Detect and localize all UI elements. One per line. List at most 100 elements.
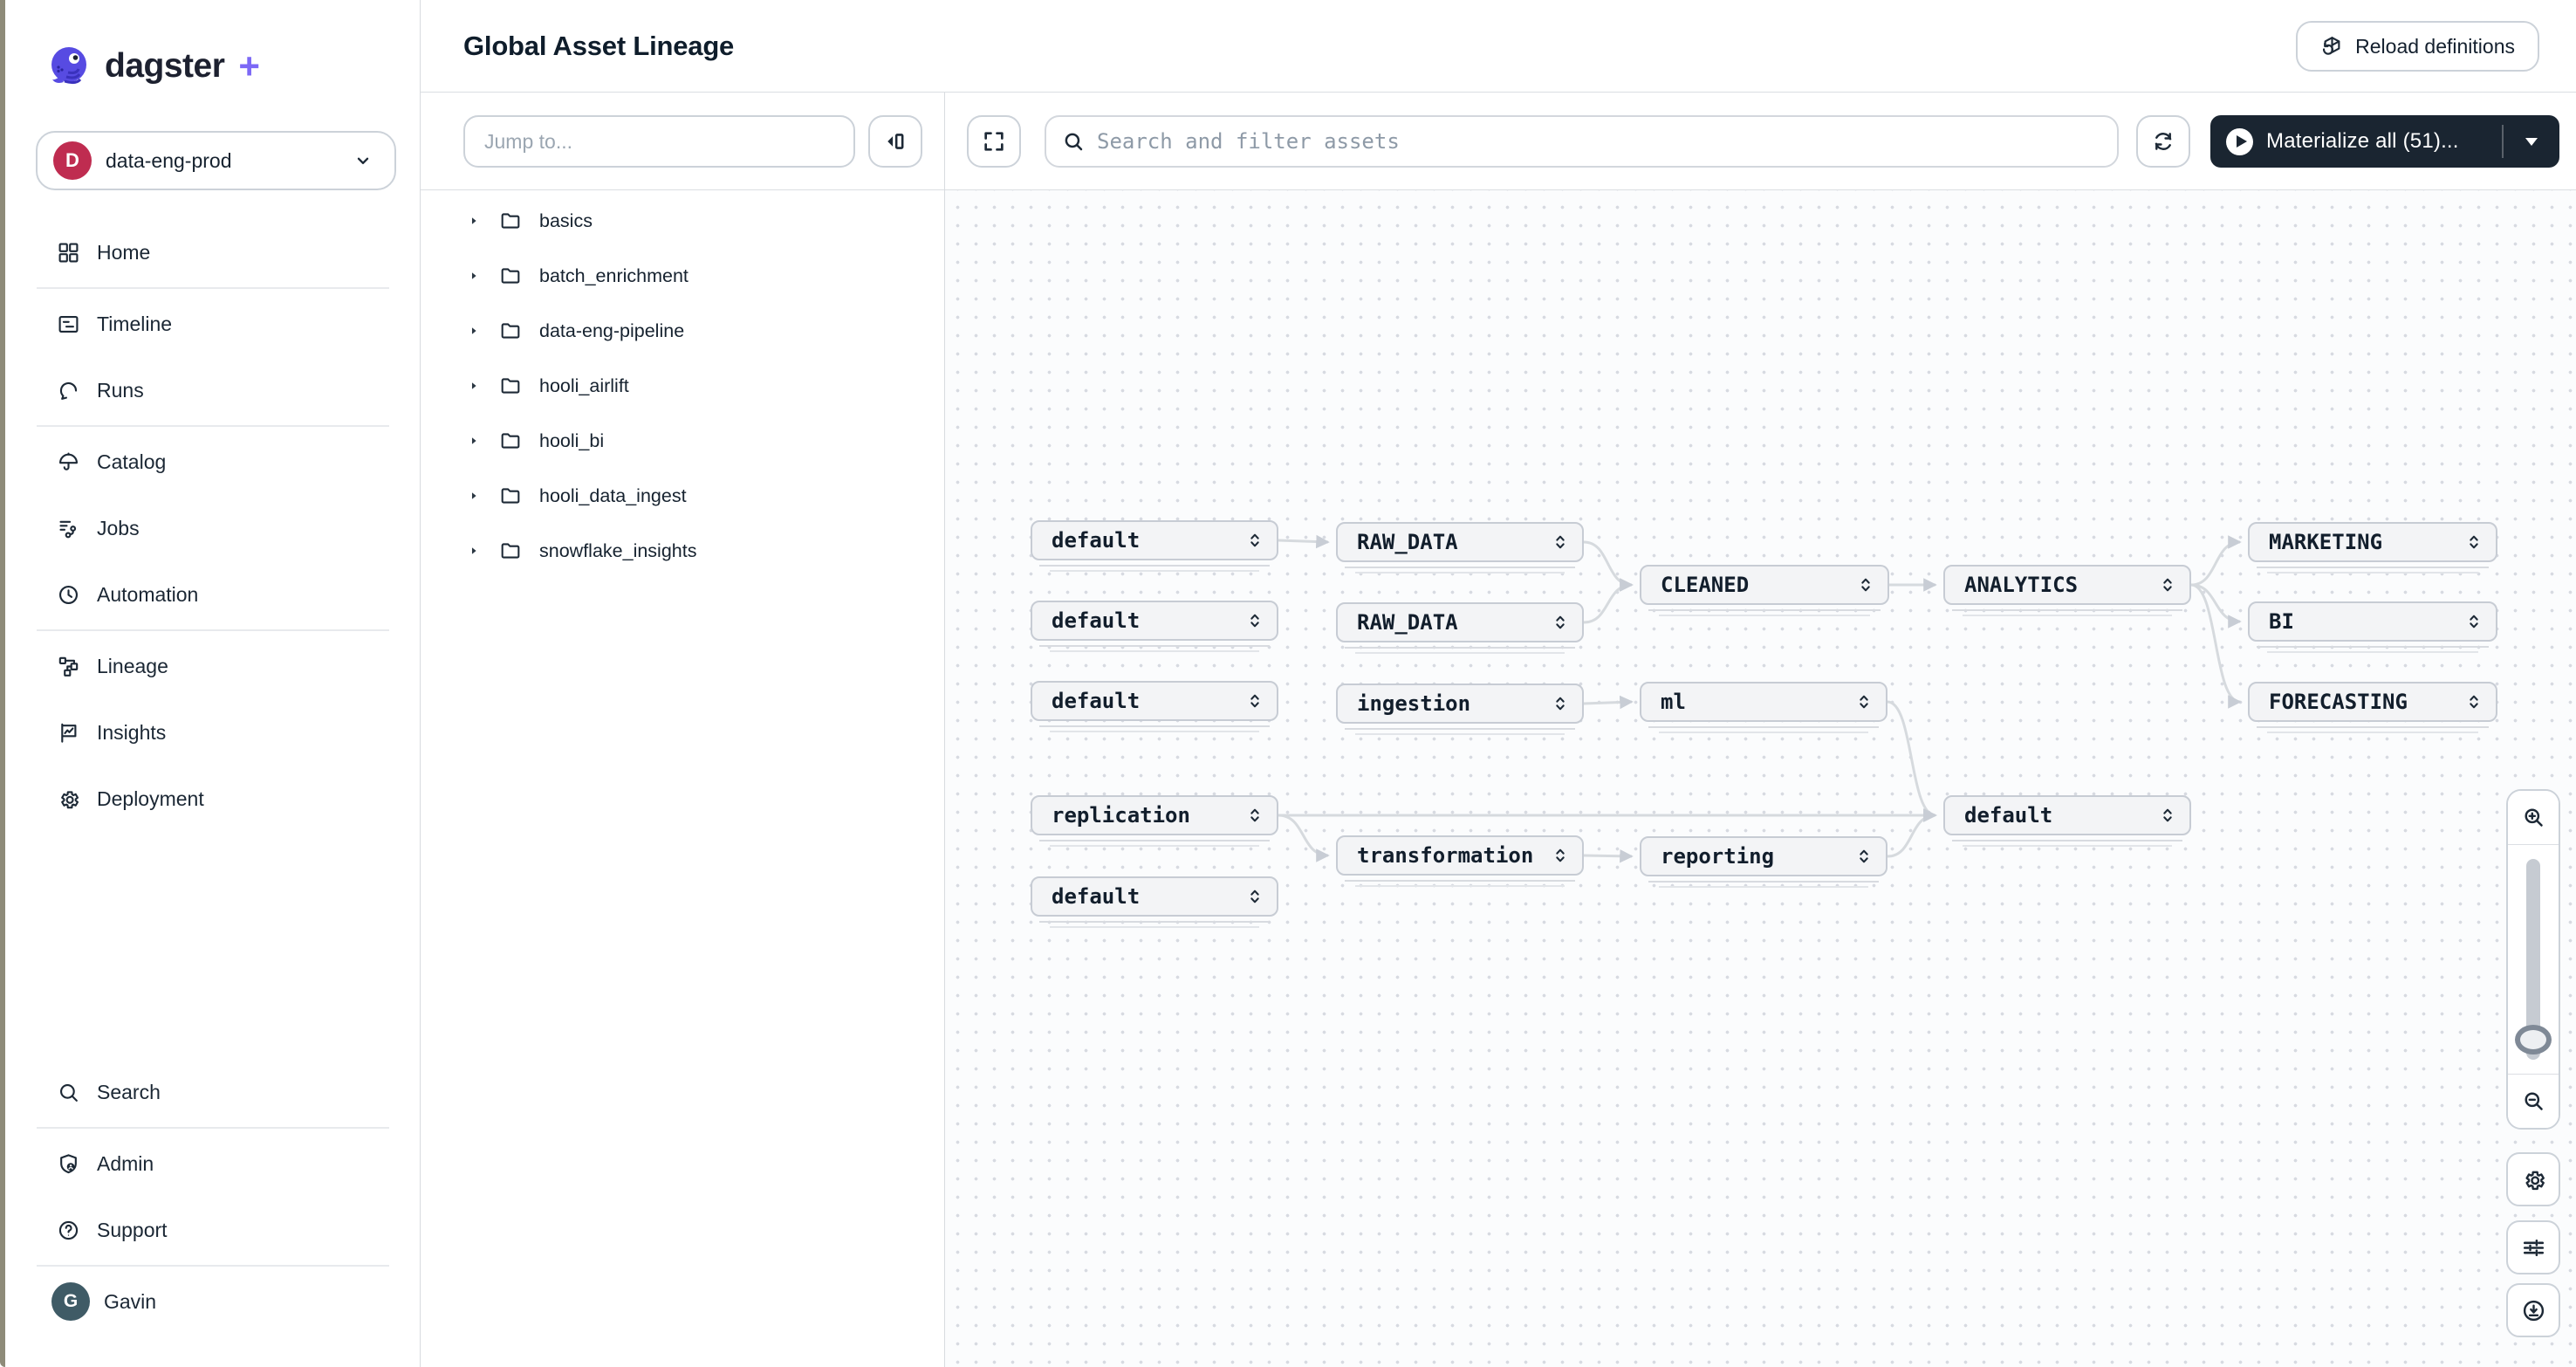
sort-chevrons-icon[interactable] [2466,690,2482,713]
zoom-slider[interactable] [2508,845,2559,1074]
sort-chevrons-icon[interactable] [1247,690,1263,712]
sidebar-item-automation[interactable]: Automation [36,561,390,628]
jump-to-input[interactable] [463,115,855,168]
dagster-app-window: dagster + D data-eng-prod HomeTimelineRu… [0,0,2576,1367]
graph-settings-button[interactable] [2506,1152,2560,1206]
refresh-button[interactable] [2136,115,2190,168]
caret-right-icon[interactable] [468,433,480,449]
graph-node-ml[interactable]: ml [1640,682,1887,722]
graph-node-label: default [1964,803,2052,828]
toolbar: Materialize all (51)... [421,93,2576,190]
graph-node-replication[interactable]: replication [1031,795,1278,835]
sort-chevrons-icon[interactable] [1552,692,1568,715]
graph-node-forecasting[interactable]: FORECASTING [2248,682,2497,722]
zoom-out-button[interactable] [2508,1074,2559,1128]
panel-resize-divider[interactable] [944,93,945,1367]
workspace-switcher[interactable]: D data-eng-prod [36,131,396,190]
workspace-name: data-eng-prod [106,149,339,173]
sort-chevrons-icon[interactable] [1856,690,1872,713]
sort-chevrons-icon[interactable] [1247,885,1263,908]
sort-chevrons-icon[interactable] [1858,574,1874,596]
tree-folder-hooli-bi[interactable]: hooli_bi [421,423,944,458]
tree-folder-snowflake-insights[interactable]: snowflake_insights [421,533,944,568]
sidebar-item-admin[interactable]: Admin [36,1130,390,1197]
graph-node-raw_data_1[interactable]: RAW_DATA [1336,522,1584,562]
sort-chevrons-icon[interactable] [1552,531,1568,553]
zoom-in-button[interactable] [2508,791,2559,845]
graph-node-cleaned[interactable]: CLEANED [1640,565,1889,605]
graph-node-transformation[interactable]: transformation [1336,835,1584,876]
sort-chevrons-icon[interactable] [1247,804,1263,827]
sidebar-item-deployment[interactable]: Deployment [36,766,390,832]
caret-right-icon[interactable] [468,213,480,229]
sidebar-item-lineage[interactable]: Lineage [36,633,390,699]
graph-node-marketing[interactable]: MARKETING [2248,522,2497,562]
collapse-panel-button[interactable] [868,115,922,168]
graph-node-default_5[interactable]: default [1943,795,2191,835]
caret-right-icon[interactable] [468,543,480,559]
graph-node-default_1[interactable]: default [1031,520,1278,560]
folder-icon [499,484,522,507]
asset-search-input[interactable] [1097,129,2101,154]
tree-folder-label: data-eng-pipeline [539,320,684,342]
caret-right-icon[interactable] [468,378,480,394]
sort-chevrons-icon[interactable] [1247,529,1263,552]
graph-node-analytics[interactable]: ANALYTICS [1943,565,2191,605]
graph-node-label: default [1052,689,1140,713]
reload-definitions-button[interactable]: Reload definitions [2296,21,2539,72]
sort-chevrons-icon[interactable] [1552,611,1568,634]
sort-chevrons-icon[interactable] [1552,844,1568,867]
zoom-slider-thumb[interactable] [2515,1025,2552,1054]
asset-search[interactable] [1045,115,2119,168]
sort-chevrons-icon[interactable] [2160,804,2175,827]
sort-chevrons-icon[interactable] [2466,610,2482,633]
edge-reporting-to-default_5 [1887,815,1935,856]
graph-node-default_2[interactable]: default [1031,601,1278,641]
graph-node-reporting[interactable]: reporting [1640,836,1887,876]
sidebar-item-insights[interactable]: Insights [36,699,390,766]
sidebar-item-home[interactable]: Home [36,219,390,285]
graph-node-default_3[interactable]: default [1031,681,1278,721]
materialize-all-label: Materialize all (51)... [2266,129,2459,154]
user-menu[interactable]: G Gavin [36,1268,390,1335]
graph-node-raw_data_2[interactable]: RAW_DATA [1336,602,1584,642]
sidebar-item-label: Insights [97,721,166,745]
sort-chevrons-icon[interactable] [1247,609,1263,632]
caret-right-icon[interactable] [468,323,480,339]
graph-node-ingestion[interactable]: ingestion [1336,684,1584,724]
workspace-avatar: D [53,141,92,180]
tree-folder-hooli-data-ingest[interactable]: hooli_data_ingest [421,478,944,513]
graph-node-default_4[interactable]: default [1031,876,1278,917]
materialize-caret-icon[interactable] [2504,115,2559,168]
sort-chevrons-icon[interactable] [2160,574,2175,596]
caret-right-icon[interactable] [468,268,480,284]
sidebar-item-jobs[interactable]: Jobs [36,495,390,561]
sidebar-item-catalog[interactable]: Catalog [36,429,390,495]
sidebar-item-support[interactable]: Support [36,1197,390,1263]
fullscreen-button[interactable] [967,115,1021,168]
sidebar-item-search[interactable]: Search [36,1059,390,1125]
sort-chevrons-icon[interactable] [2466,531,2482,553]
sort-chevrons-icon[interactable] [1856,845,1872,868]
lineage-graph-canvas[interactable]: defaultRAW_DATAdefaultRAW_DATAdefaulting… [945,190,2576,1367]
sidebar-item-runs[interactable]: Runs [36,357,390,423]
tree-folder-label: hooli_bi [539,430,604,452]
graph-filters-button[interactable] [2506,1220,2560,1274]
download-button[interactable] [2506,1283,2560,1337]
caret-right-icon[interactable] [468,488,480,504]
tune-icon [2521,1235,2546,1261]
sidebar-item-timeline[interactable]: Timeline [36,291,390,357]
dagster-logo[interactable]: dagster + [47,44,260,89]
refresh-icon [2151,129,2175,154]
tree-folder-data-eng-pipeline[interactable]: data-eng-pipeline [421,313,944,348]
catalog-icon [57,450,80,474]
edge-analytics-to-marketing [2191,542,2240,585]
jobs-icon [57,517,80,540]
zoom-in-icon [2522,806,2545,829]
sidebar-divider [37,629,389,631]
tree-folder-basics[interactable]: basics [421,203,944,238]
materialize-all-button[interactable]: Materialize all (51)... [2210,115,2559,168]
tree-folder-hooli-airlift[interactable]: hooli_airlift [421,368,944,403]
tree-folder-batch-enrichment[interactable]: batch_enrichment [421,258,944,293]
graph-node-bi[interactable]: BI [2248,601,2497,642]
